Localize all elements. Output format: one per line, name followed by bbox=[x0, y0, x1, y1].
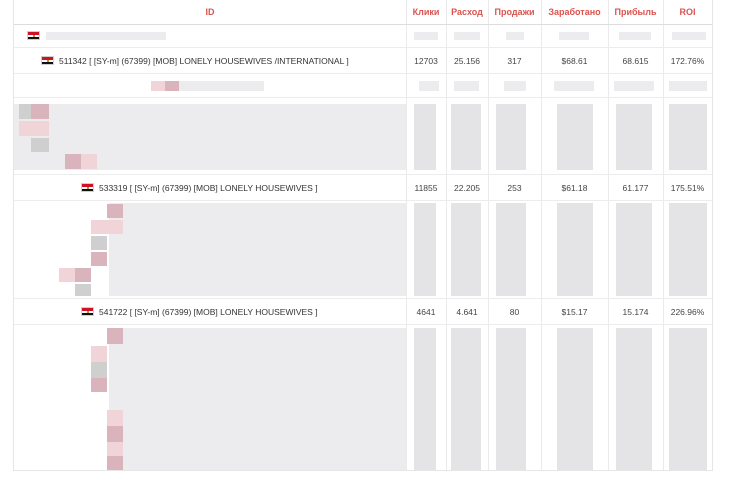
column-header-sales[interactable]: Продажи bbox=[488, 0, 541, 24]
redacted-icon bbox=[91, 252, 107, 266]
redacted-value bbox=[451, 104, 481, 170]
table-row[interactable] bbox=[14, 25, 712, 48]
roi-value: 175.51% bbox=[670, 183, 705, 193]
table-header: ID Клики Расход Продажи Заработано Прибы… bbox=[14, 0, 712, 25]
redacted-value bbox=[419, 81, 439, 91]
redacted-value bbox=[557, 104, 593, 170]
redacted-value bbox=[414, 104, 436, 170]
redacted-value bbox=[496, 104, 526, 170]
column-header-id[interactable]: ID bbox=[14, 0, 406, 24]
redacted-icon bbox=[107, 410, 123, 426]
spend-value: 4.641 bbox=[456, 307, 478, 317]
redacted-icon bbox=[107, 204, 123, 218]
redacted-value bbox=[554, 81, 594, 91]
campaign-id[interactable]: 533319 [ [SY-m] (67399) [MOB] LONELY HOU… bbox=[99, 183, 318, 193]
redacted-icon bbox=[81, 154, 97, 169]
table-row[interactable]: 511342 [ [SY-m] (67399) [MOB] LONELY HOU… bbox=[14, 48, 712, 74]
redacted-icon bbox=[91, 236, 107, 250]
redacted-value bbox=[669, 328, 707, 470]
campaign-id[interactable]: 541722 [ [SY-m] (67399) [MOB] LONELY HOU… bbox=[99, 307, 318, 317]
redacted-icon bbox=[65, 154, 81, 169]
redacted-icon bbox=[91, 362, 107, 378]
redacted-value bbox=[619, 32, 651, 40]
column-header-roi[interactable]: ROI bbox=[663, 0, 712, 24]
redacted-value bbox=[614, 81, 654, 91]
egypt-flag-icon bbox=[41, 56, 54, 65]
redacted-icon bbox=[165, 81, 179, 91]
redacted-icon bbox=[107, 328, 123, 344]
sales-value: 317 bbox=[507, 56, 522, 66]
roi-value: 226.96% bbox=[670, 307, 705, 317]
redacted-value bbox=[506, 32, 524, 40]
spend-value: 22.205 bbox=[454, 183, 480, 193]
earned-value: $68.61 bbox=[561, 56, 588, 66]
profit-value: 68.615 bbox=[622, 56, 649, 66]
redacted-value bbox=[504, 81, 526, 91]
redacted-value bbox=[616, 104, 652, 170]
redacted-value bbox=[496, 328, 526, 470]
profit-value: 15.174 bbox=[622, 307, 649, 317]
clicks-value: 4641 bbox=[416, 307, 436, 317]
redacted-block bbox=[109, 328, 406, 470]
redacted-text bbox=[179, 81, 264, 91]
redacted-value bbox=[669, 104, 707, 170]
stats-table: ID Клики Расход Продажи Заработано Прибы… bbox=[13, 0, 713, 471]
redacted-value bbox=[451, 203, 481, 296]
redacted-value bbox=[414, 203, 436, 296]
redacted-value bbox=[672, 32, 706, 40]
redacted-value bbox=[669, 81, 707, 91]
redacted-icon bbox=[75, 284, 91, 296]
redacted-icon bbox=[107, 220, 123, 234]
redacted-value bbox=[451, 328, 481, 470]
redacted-value bbox=[669, 203, 707, 296]
redacted-value bbox=[454, 32, 480, 40]
redacted-value bbox=[414, 328, 436, 470]
redacted-icon bbox=[107, 442, 123, 456]
redacted-value bbox=[557, 203, 593, 296]
column-header-earned[interactable]: Заработано bbox=[541, 0, 608, 24]
redacted-icon bbox=[107, 426, 123, 442]
redacted-block bbox=[109, 203, 406, 296]
redacted-icon bbox=[59, 268, 75, 282]
redacted-value bbox=[414, 32, 438, 40]
table-row[interactable]: 533319 [ [SY-m] (67399) [MOB] LONELY HOU… bbox=[14, 174, 712, 201]
clicks-value: 11855 bbox=[414, 183, 438, 193]
clicks-value: 12703 bbox=[414, 56, 438, 66]
redacted-text bbox=[46, 32, 166, 40]
redacted-value bbox=[496, 203, 526, 296]
redacted-value bbox=[616, 203, 652, 296]
egypt-flag-icon bbox=[27, 31, 40, 40]
redacted-value bbox=[454, 81, 479, 91]
redacted-icon bbox=[75, 268, 91, 282]
column-header-clicks[interactable]: Клики bbox=[406, 0, 446, 24]
redacted-value bbox=[616, 328, 652, 470]
roi-value: 172.76% bbox=[670, 56, 705, 66]
redacted-value bbox=[559, 32, 589, 40]
column-header-profit[interactable]: Прибыль bbox=[608, 0, 663, 24]
table-row[interactable]: 541722 [ [SY-m] (67399) [MOB] LONELY HOU… bbox=[14, 298, 712, 325]
redacted-icon bbox=[31, 121, 49, 136]
redacted-icon bbox=[31, 138, 49, 152]
redacted-icon bbox=[31, 104, 49, 119]
column-header-spend[interactable]: Расход bbox=[446, 0, 488, 24]
redacted-icon bbox=[151, 81, 165, 91]
egypt-flag-icon bbox=[81, 183, 94, 192]
sales-value: 253 bbox=[507, 183, 522, 193]
egypt-flag-icon bbox=[81, 307, 94, 316]
earned-value: $61.18 bbox=[561, 183, 588, 193]
sales-value: 80 bbox=[509, 307, 520, 317]
redacted-icon bbox=[19, 121, 31, 136]
redacted-icon bbox=[19, 104, 31, 119]
table-row[interactable] bbox=[14, 74, 712, 98]
redacted-icon bbox=[91, 346, 107, 362]
redacted-value bbox=[557, 328, 593, 470]
redacted-icon bbox=[91, 378, 107, 392]
earned-value: $15.17 bbox=[561, 307, 588, 317]
redacted-icon bbox=[91, 220, 107, 234]
campaign-id[interactable]: 511342 [ [SY-m] (67399) [MOB] LONELY HOU… bbox=[59, 56, 349, 66]
profit-value: 61.177 bbox=[622, 183, 649, 193]
redacted-icon bbox=[107, 456, 123, 470]
spend-value: 25.156 bbox=[454, 56, 480, 66]
